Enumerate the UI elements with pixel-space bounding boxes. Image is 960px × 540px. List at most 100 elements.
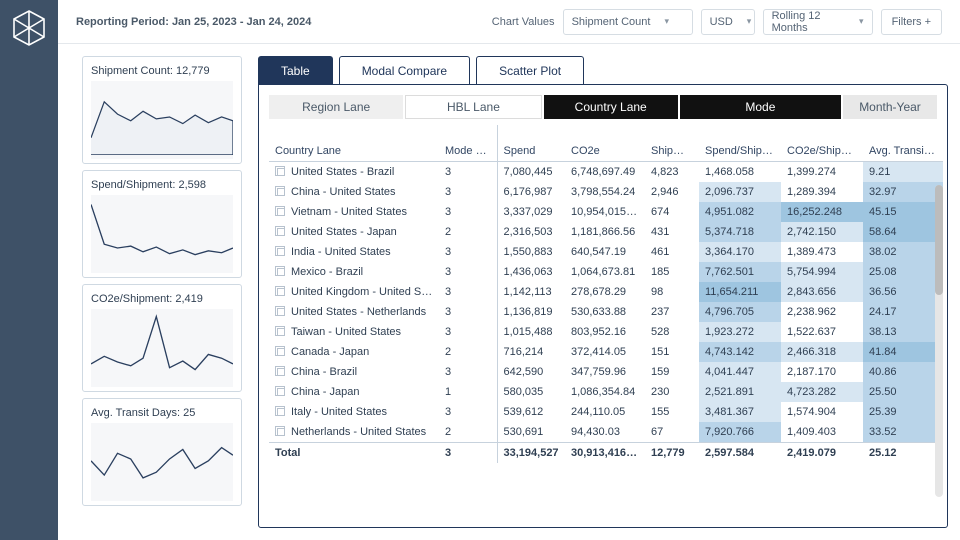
cell-sps: 7,920.766 <box>699 422 781 443</box>
cell-spend: 642,590 <box>497 362 565 382</box>
cell-spend: 539,612 <box>497 402 565 422</box>
col-co2e[interactable]: CO2e <box>565 125 645 161</box>
cell-atd: 36.56 <box>863 282 943 302</box>
cell-lane: United States - Netherlands <box>269 302 439 322</box>
cell-cps: 1,522.637 <box>781 322 863 342</box>
cell-lane: Netherlands - United States <box>269 422 439 443</box>
cell-cps: 4,723.282 <box>781 382 863 402</box>
kpi-card-avg-transit[interactable]: Avg. Transit Days: 25 <box>82 398 242 506</box>
cell-shipcount: 2,946 <box>645 182 699 202</box>
filters-button[interactable]: Filters + <box>881 9 942 35</box>
cell-spend: 33,194,527 <box>497 442 565 463</box>
reporting-period: Reporting Period: Jan 25, 2023 - Jan 24,… <box>76 16 311 28</box>
table-row[interactable]: Italy - United States3539,612244,110.051… <box>269 402 943 422</box>
drill-icon[interactable] <box>275 426 285 436</box>
kpi-card-shipment-count[interactable]: Shipment Count: 12,779 <box>82 56 242 164</box>
cell-sps: 2,521.891 <box>699 382 781 402</box>
lane-tab-region[interactable]: Region Lane <box>269 95 403 119</box>
cell-atd: 25.12 <box>863 442 943 463</box>
tab-table[interactable]: Table <box>258 56 333 84</box>
drill-icon[interactable] <box>275 226 285 236</box>
left-rail <box>0 0 58 540</box>
drill-icon[interactable] <box>275 306 285 316</box>
tab-modal-compare[interactable]: Modal Compare <box>339 56 470 84</box>
cell-atd: 41.84 <box>863 342 943 362</box>
cell-shipcount: 528 <box>645 322 699 342</box>
table-row[interactable]: United Kingdom - United States31,142,113… <box>269 282 943 302</box>
cell-lane: Italy - United States <box>269 402 439 422</box>
table-row[interactable]: India - United States31,550,883640,547.1… <box>269 242 943 262</box>
drill-icon[interactable] <box>275 386 285 396</box>
drill-icon[interactable] <box>275 166 285 176</box>
cell-lane: United Kingdom - United States <box>269 282 439 302</box>
cell-co2e: 1,064,673.81 <box>565 262 645 282</box>
col-lane[interactable]: Country Lane <box>269 125 439 161</box>
table-row[interactable]: China - United States36,176,9873,798,554… <box>269 182 943 202</box>
drill-icon[interactable] <box>275 246 285 256</box>
drill-icon[interactable] <box>275 366 285 376</box>
range-select[interactable]: Rolling 12 Months▾ <box>763 9 873 35</box>
cell-spend: 6,176,987 <box>497 182 565 202</box>
col-spend[interactable]: Spend <box>497 125 565 161</box>
sparkline <box>91 423 233 501</box>
col-cps[interactable]: CO2e/Shipment <box>781 125 863 161</box>
lane-tab-month-year[interactable]: Month-Year <box>843 95 937 119</box>
cell-lane: Vietnam - United States <box>269 202 439 222</box>
table-row[interactable]: United States - Brazil37,080,4456,748,69… <box>269 161 943 182</box>
table-row[interactable]: United States - Netherlands31,136,819530… <box>269 302 943 322</box>
table-row[interactable]: Mexico - Brazil31,436,0631,064,673.81185… <box>269 262 943 282</box>
topbar-controls: Chart Values Shipment Count▾ USD▾ Rollin… <box>492 9 942 35</box>
col-sps[interactable]: Spend/Shipment <box>699 125 781 161</box>
cell-mode: 3 <box>439 161 497 182</box>
cell-mode: 3 <box>439 282 497 302</box>
cell-cps: 1,399.274 <box>781 161 863 182</box>
kpi-card-spend-per-shipment[interactable]: Spend/Shipment: 2,598 <box>82 170 242 278</box>
tab-scatter-plot[interactable]: Scatter Plot <box>476 56 584 84</box>
lane-tab-mode[interactable]: Mode <box>680 95 841 119</box>
scrollbar[interactable] <box>935 185 943 497</box>
chart-values-select[interactable]: Shipment Count▾ <box>563 9 693 35</box>
sparkline <box>91 195 233 273</box>
table-row[interactable]: China - Brazil3642,590347,759.961594,041… <box>269 362 943 382</box>
table-row[interactable]: China - Japan1580,0351,086,354.842302,52… <box>269 382 943 402</box>
drill-icon[interactable] <box>275 346 285 356</box>
currency-select[interactable]: USD▾ <box>701 9 755 35</box>
col-atd[interactable]: Avg. Transit Days <box>863 125 943 161</box>
cell-cps: 2,843.656 <box>781 282 863 302</box>
cell-sps: 4,951.082 <box>699 202 781 222</box>
kpi-card-co2e-per-shipment[interactable]: CO2e/Shipment: 2,419 <box>82 284 242 392</box>
lane-tab-country[interactable]: Country Lane <box>544 95 678 119</box>
cell-sps: 3,481.367 <box>699 402 781 422</box>
cell-shipcount: 230 <box>645 382 699 402</box>
cell-lane: China - United States <box>269 182 439 202</box>
cell-cps: 2,419.079 <box>781 442 863 463</box>
cell-sps: 11,654.211 <box>699 282 781 302</box>
cell-spend: 2,316,503 <box>497 222 565 242</box>
lane-tab-hbl[interactable]: HBL Lane <box>405 95 541 119</box>
cell-shipcount: 67 <box>645 422 699 443</box>
kpi-title: CO2e/Shipment: 2,419 <box>91 293 233 305</box>
drill-icon[interactable] <box>275 406 285 416</box>
drill-icon[interactable] <box>275 326 285 336</box>
cell-shipcount: 185 <box>645 262 699 282</box>
table-row[interactable]: Vietnam - United States33,337,02910,954,… <box>269 202 943 222</box>
drill-icon[interactable] <box>275 206 285 216</box>
chevron-down-icon: ▾ <box>747 16 752 27</box>
scrollbar-thumb[interactable] <box>935 185 943 295</box>
cell-atd: 24.17 <box>863 302 943 322</box>
col-shipcount[interactable]: Shipment Count <box>645 125 699 161</box>
table-row[interactable]: Netherlands - United States2530,69194,43… <box>269 422 943 443</box>
drill-icon[interactable] <box>275 286 285 296</box>
drill-icon[interactable] <box>275 186 285 196</box>
cell-sps: 4,796.705 <box>699 302 781 322</box>
cell-cps: 1,289.394 <box>781 182 863 202</box>
drill-icon[interactable] <box>275 266 285 276</box>
table-row[interactable]: United States - Japan22,316,5031,181,866… <box>269 222 943 242</box>
table-row[interactable]: Canada - Japan2716,214372,414.051514,743… <box>269 342 943 362</box>
cell-co2e: 372,414.05 <box>565 342 645 362</box>
col-mode[interactable]: Mode Count <box>439 125 497 161</box>
table-row[interactable]: Taiwan - United States31,015,488803,952.… <box>269 322 943 342</box>
table-row[interactable]: Total333,194,52730,913,416.8112,7792,597… <box>269 442 943 463</box>
topbar: Reporting Period: Jan 25, 2023 - Jan 24,… <box>58 0 960 44</box>
cell-sps: 4,041.447 <box>699 362 781 382</box>
